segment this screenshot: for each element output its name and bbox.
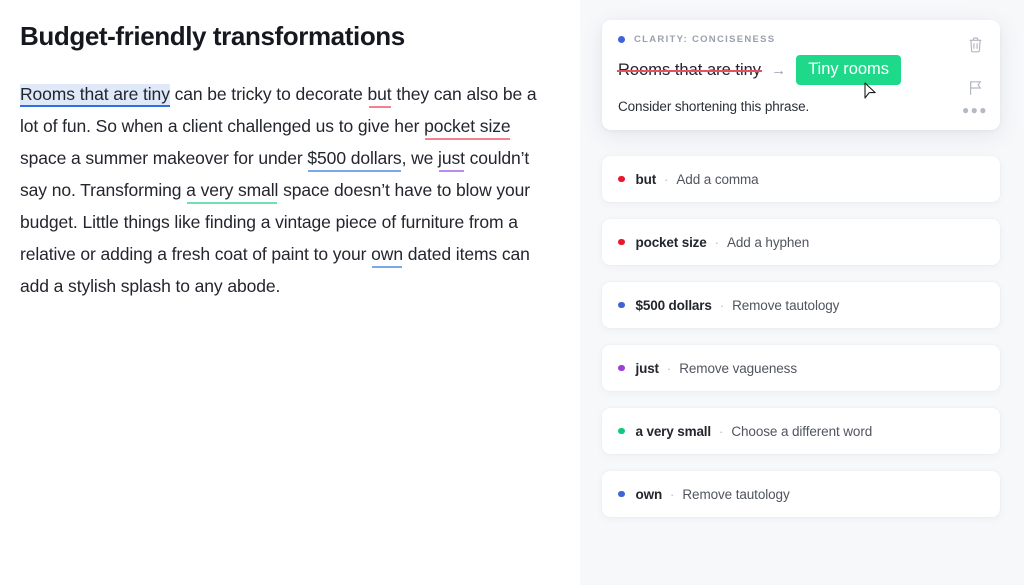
doc-text-segment: space a summer makeover for under <box>20 147 308 168</box>
doc-annotated-segment-8[interactable]: $500 dollars <box>307 148 401 170</box>
suggestion-row[interactable]: pocket size · Add a hyphen <box>602 219 1000 265</box>
arrow-right-icon: → <box>771 61 787 79</box>
suggestion-action-label: Remove tautology <box>682 486 790 502</box>
suggestion-type-dot-icon <box>618 238 625 246</box>
grammar-editor-app: Budget-friendly transformations Rooms th… <box>0 0 1024 585</box>
suggestion-card-actions: ●●● <box>962 34 988 118</box>
suggestion-row[interactable]: just · Remove vagueness <box>602 345 1000 391</box>
suggestion-separator: · <box>719 423 724 439</box>
suggestion-action-label: Add a hyphen <box>726 234 810 250</box>
doc-annotated-segment-4[interactable]: but <box>368 84 392 106</box>
suggestion-separator: · <box>670 486 675 502</box>
document-body-text[interactable]: Rooms that are tiny can be tricky to dec… <box>20 78 540 302</box>
suggestion-row[interactable]: a very small · Choose a different word <box>602 408 1000 454</box>
suggestion-term: a very small <box>635 423 712 439</box>
suggestion-action-label: Remove vagueness <box>679 360 797 376</box>
suggestion-term: pocket size <box>635 234 707 250</box>
suggestion-term: own <box>635 486 663 502</box>
suggestion-term: just <box>635 360 660 376</box>
suggestions-sidebar: CLARITY: CONCISENESS Rooms that are tiny… <box>580 0 1024 585</box>
active-suggestion-card[interactable]: CLARITY: CONCISENESS Rooms that are tiny… <box>602 20 1000 130</box>
doc-annotated-segment-6[interactable]: pocket size <box>424 116 511 138</box>
doc-annotated-segment-14[interactable]: own <box>371 244 403 266</box>
suggestion-type-dot-icon <box>618 427 625 435</box>
suggestion-type-dot-icon <box>618 364 625 372</box>
suggestion-action-label: Choose a different word <box>731 423 873 439</box>
suggestion-category-row: CLARITY: CONCISENESS <box>618 34 984 45</box>
suggestion-row[interactable]: but · Add a comma <box>602 156 1000 202</box>
suggestion-row[interactable]: $500 dollars · Remove tautology <box>602 282 1000 328</box>
suggestion-separator: · <box>714 234 719 250</box>
suggestion-explanation: Consider shortening this phrase. <box>618 99 810 114</box>
suggestion-action-label: Remove tautology <box>732 297 840 313</box>
doc-annotated-segment-10[interactable]: just <box>438 148 465 170</box>
suggestion-type-dot-icon <box>618 490 625 498</box>
accept-replacement-button[interactable]: Tiny rooms <box>796 55 902 85</box>
suggestion-term: but <box>635 171 657 187</box>
suggestion-row[interactable]: own · Remove tautology <box>602 471 1000 517</box>
suggestion-term: $500 dollars <box>635 297 712 313</box>
doc-text-segment: , we <box>401 147 439 168</box>
suggestion-category-label: CLARITY: CONCISENESS <box>634 34 776 45</box>
doc-annotated-segment-0[interactable]: Rooms that <box>20 83 114 105</box>
flag-icon[interactable] <box>967 79 984 102</box>
trash-icon[interactable] <box>967 36 984 59</box>
suggestion-list: but · Add a comma pocket size · Add a hyphen $… <box>602 156 1000 517</box>
suggestion-replacement-row: Rooms that are tiny → Tiny rooms <box>616 55 984 85</box>
doc-annotated-segment-12[interactable]: a very small <box>186 180 278 202</box>
suggestion-action-label: Add a comma <box>676 171 759 187</box>
doc-annotated-segment-2[interactable]: are tiny <box>113 83 170 105</box>
suggestion-separator: · <box>719 297 725 313</box>
suggestion-separator: · <box>666 360 672 376</box>
suggestion-separator: · <box>664 171 669 187</box>
document-editor-pane[interactable]: Budget-friendly transformations Rooms th… <box>0 0 580 585</box>
more-options-icon[interactable]: ●●● <box>962 104 988 116</box>
category-dot-icon <box>618 36 625 43</box>
document-title: Budget-friendly transformations <box>20 21 405 51</box>
doc-text-segment: can be tricky to decorate <box>169 83 368 104</box>
original-text: Rooms that are tiny <box>616 60 763 79</box>
suggestion-type-dot-icon <box>618 175 625 183</box>
suggestion-type-dot-icon <box>618 301 625 309</box>
